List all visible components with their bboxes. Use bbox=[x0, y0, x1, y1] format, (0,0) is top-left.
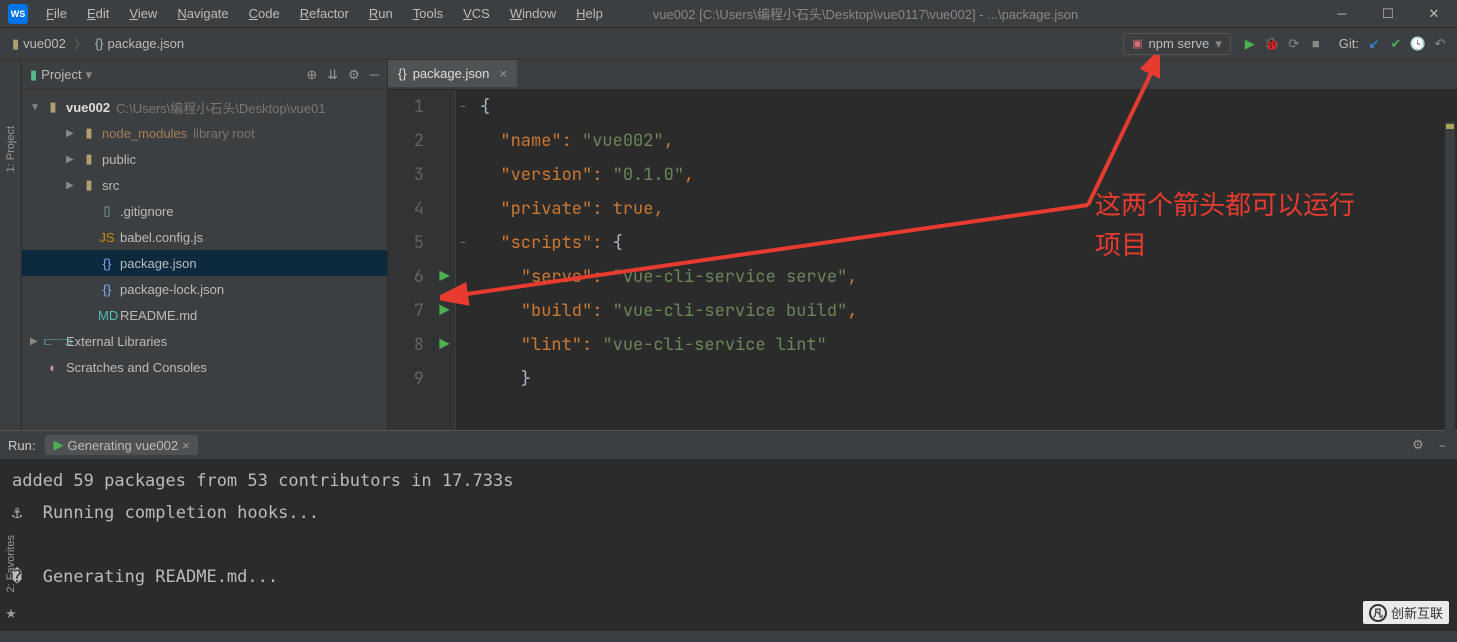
close-tab-icon[interactable]: × bbox=[499, 66, 507, 81]
breadcrumb-file[interactable]: {} package.json bbox=[89, 34, 190, 53]
gear-icon[interactable]: ⚙ bbox=[348, 67, 360, 83]
run-config-selector[interactable]: ▣ npm serve ▾ bbox=[1123, 33, 1231, 55]
git-revert-button[interactable]: ↶ bbox=[1429, 36, 1451, 52]
menu-navigate[interactable]: Navigate bbox=[167, 2, 238, 25]
tree-item-README-md[interactable]: MDREADME.md bbox=[22, 302, 387, 328]
play-icon: ▶ bbox=[53, 437, 63, 453]
coverage-button[interactable]: ⟳ bbox=[1283, 36, 1305, 52]
tree-item--gitignore[interactable]: ▯.gitignore bbox=[22, 198, 387, 224]
left-bottom-tab-strip: 2: Favorites ★ bbox=[0, 452, 22, 642]
sidebar-tab-favorites[interactable]: 2: Favorites bbox=[3, 529, 19, 598]
menu-code[interactable]: Code bbox=[239, 2, 290, 25]
hide-icon[interactable]: ─ bbox=[370, 67, 379, 83]
editor-scrollbar[interactable] bbox=[1445, 122, 1455, 452]
menu-view[interactable]: View bbox=[119, 2, 167, 25]
watermark-icon: 凡 bbox=[1369, 604, 1387, 622]
navigation-bar: ▮ vue002 〉 {} package.json ▣ npm serve ▾… bbox=[0, 28, 1457, 60]
git-history-button[interactable]: 🕓 bbox=[1407, 36, 1429, 52]
editor-area: {} package.json × 123456789 ▶▶▶ – – { "n… bbox=[388, 60, 1457, 430]
tree-scratches[interactable]: ◐Scratches and Consoles bbox=[22, 354, 387, 380]
maximize-button[interactable]: ☐ bbox=[1365, 0, 1411, 28]
run-tab[interactable]: ▶ Generating vue002 × bbox=[45, 435, 197, 455]
menu-window[interactable]: Window bbox=[500, 2, 566, 25]
run-tab-label: Generating vue002 bbox=[67, 438, 178, 453]
run-button[interactable]: ▶ bbox=[1239, 36, 1261, 52]
menu-run[interactable]: Run bbox=[359, 2, 403, 25]
locate-icon[interactable]: ⊕ bbox=[306, 67, 317, 83]
menu-edit[interactable]: Edit bbox=[77, 2, 119, 25]
code-content[interactable]: { "name": "vue002", "version": "0.1.0", … bbox=[470, 90, 1457, 430]
collapse-all-icon[interactable]: ⇊ bbox=[327, 67, 338, 83]
menu-vcs[interactable]: VCS bbox=[453, 2, 500, 25]
chevron-right-icon: 〉 bbox=[74, 34, 87, 53]
breadcrumb-root[interactable]: ▮ vue002 bbox=[6, 34, 72, 54]
tree-item-src[interactable]: ▶▮src bbox=[22, 172, 387, 198]
tree-item-package-json[interactable]: {}package.json bbox=[22, 250, 387, 276]
fold-gutter[interactable]: – – bbox=[456, 90, 470, 430]
breadcrumb-root-label: vue002 bbox=[23, 36, 66, 51]
editor-body[interactable]: 123456789 ▶▶▶ – – { "name": "vue002", "v… bbox=[388, 90, 1457, 430]
tree-item-node_modules[interactable]: ▶▮node_moduleslibrary root bbox=[22, 120, 387, 146]
close-tab-icon[interactable]: × bbox=[182, 438, 190, 453]
git-label: Git: bbox=[1339, 36, 1359, 51]
side-tab-strip: 1: Project bbox=[0, 60, 22, 430]
project-title: Project bbox=[41, 67, 81, 82]
gear-icon[interactable]: ⚙ bbox=[1412, 437, 1424, 453]
menu-tools[interactable]: Tools bbox=[403, 2, 453, 25]
app-logo-icon: WS bbox=[8, 4, 28, 24]
minimize-button[interactable]: ─ bbox=[1319, 0, 1365, 28]
project-icon: ▮ bbox=[30, 67, 37, 83]
window-title: vue002 [C:\Users\编程小石头\Desktop\vue0117\v… bbox=[653, 4, 1078, 23]
tree-item-babel-config-js[interactable]: JSbabel.config.js bbox=[22, 224, 387, 250]
folder-icon: ▮ bbox=[12, 36, 19, 52]
json-file-icon: {} bbox=[95, 36, 104, 51]
sidebar-tab-project[interactable]: 1: Project bbox=[3, 120, 19, 178]
project-tree: ▼▮vue002C:\Users\编程小石头\Desktop\vue01▶▮no… bbox=[22, 90, 387, 430]
watermark-text: 创新互联 bbox=[1391, 603, 1443, 622]
run-marker-gutter[interactable]: ▶▶▶ bbox=[434, 90, 456, 430]
watermark: 凡 创新互联 bbox=[1363, 601, 1449, 624]
tree-external-libraries[interactable]: ▶⫍⫎External Libraries bbox=[22, 328, 387, 354]
menu-help[interactable]: Help bbox=[566, 2, 613, 25]
chevron-down-icon: ▾ bbox=[86, 67, 93, 83]
git-update-button[interactable]: ↙ bbox=[1363, 36, 1385, 52]
project-view-selector[interactable]: ▮ Project ▾ bbox=[30, 67, 92, 83]
project-tool-window: ▮ Project ▾ ⊕ ⇊ ⚙ ─ ▼▮vue002C:\Users\编程小… bbox=[22, 60, 388, 430]
git-commit-button[interactable]: ✔ bbox=[1385, 36, 1407, 52]
tree-item-package-lock-json[interactable]: {}package-lock.json bbox=[22, 276, 387, 302]
breadcrumb-file-label: package.json bbox=[108, 36, 185, 51]
menu-items: FileEditViewNavigateCodeRefactorRunTools… bbox=[36, 6, 613, 21]
menu-bar: WS FileEditViewNavigateCodeRefactorRunTo… bbox=[0, 0, 1457, 28]
stop-button[interactable]: ■ bbox=[1305, 36, 1327, 51]
close-button[interactable]: ✕ bbox=[1411, 0, 1457, 28]
run-tool-window: Run: ▶ Generating vue002 × ⚙ ─ added 59 … bbox=[0, 430, 1457, 631]
chevron-down-icon: ▾ bbox=[1215, 36, 1222, 52]
editor-tab-package-json[interactable]: {} package.json × bbox=[388, 60, 517, 89]
debug-button[interactable]: 🐞 bbox=[1261, 36, 1283, 52]
line-number-gutter: 123456789 bbox=[388, 90, 434, 430]
npm-icon: ▣ bbox=[1132, 37, 1142, 50]
menu-file[interactable]: File bbox=[36, 2, 77, 25]
editor-tab-label: package.json bbox=[413, 66, 490, 81]
tree-root[interactable]: ▼▮vue002C:\Users\编程小石头\Desktop\vue01 bbox=[22, 94, 387, 120]
run-config-label: npm serve bbox=[1149, 36, 1210, 51]
star-icon[interactable]: ★ bbox=[5, 606, 17, 622]
run-panel-label: Run: bbox=[8, 438, 35, 453]
tree-item-public[interactable]: ▶▮public bbox=[22, 146, 387, 172]
json-file-icon: {} bbox=[398, 66, 407, 81]
console-output[interactable]: added 59 packages from 53 contributors i… bbox=[0, 459, 1457, 631]
menu-refactor[interactable]: Refactor bbox=[290, 2, 359, 25]
